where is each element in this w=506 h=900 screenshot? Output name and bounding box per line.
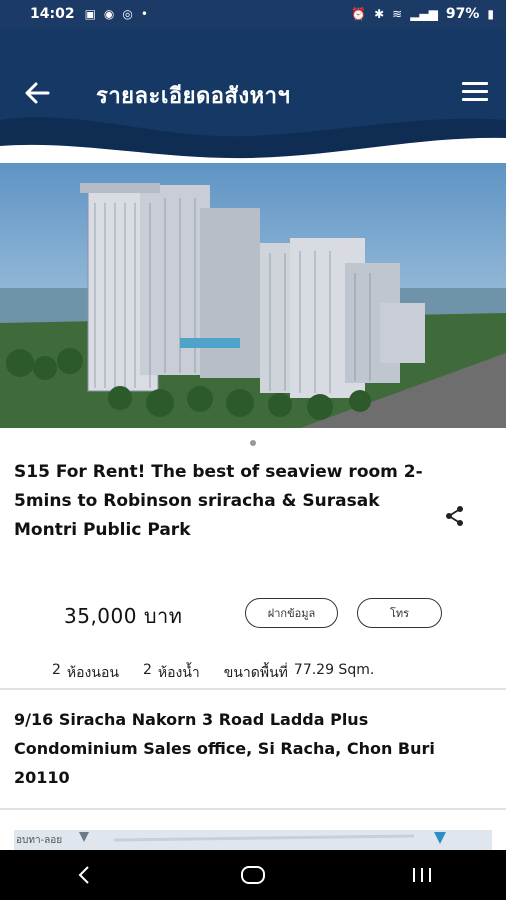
home-circle-icon — [240, 866, 265, 884]
property-specs: 2 ห้องนอน 2 ห้องน้ำ ขนาดพื้นที่ 77.29 Sq… — [52, 662, 380, 684]
property-address: 9/16 Siracha Nakorn 3 Road Ladda Plus Co… — [14, 710, 435, 787]
wifi-icon: ≋ — [392, 7, 403, 21]
area-label: ขนาดพื้นที่ — [223, 665, 288, 681]
app-header: รายละเอียดอสังหาฯ — [0, 28, 506, 163]
recents-icon — [412, 868, 431, 882]
property-photo-illustration — [0, 163, 506, 428]
bedrooms-count: 2 — [52, 662, 61, 678]
alarm-icon: ⏰ — [351, 7, 367, 21]
notification-icons: ▣ ◉ ◎ • — [85, 7, 148, 21]
location-map[interactable]: อบทา-ลอย — [14, 830, 492, 850]
bluetooth-icon: ✱ — [374, 7, 385, 21]
hamburger-menu-icon[interactable] — [462, 82, 488, 102]
back-arrow-icon[interactable] — [22, 78, 52, 108]
chevron-left-icon — [78, 866, 90, 884]
carousel-indicator[interactable] — [250, 440, 256, 446]
map-tiles — [79, 832, 446, 844]
property-photo[interactable] — [0, 163, 506, 428]
leave-info-button[interactable]: ฝากข้อมูล — [245, 598, 338, 628]
share-icon[interactable] — [444, 505, 466, 527]
signal-icon: ▂▄▆ — [410, 7, 438, 21]
nav-back-button[interactable] — [54, 860, 114, 890]
area-value: 77.29 Sqm. — [293, 662, 375, 678]
system-icons: ⏰ ✱ ≋ ▂▄▆ 97% ▮ — [351, 6, 494, 22]
bathrooms-count: 2 — [142, 662, 152, 678]
bathrooms-label: ห้องน้ำ — [157, 665, 200, 681]
section-divider — [0, 808, 506, 810]
system-navigation-bar — [0, 850, 506, 900]
nav-home-button[interactable] — [223, 860, 283, 890]
messenger-icon: ◎ — [122, 7, 133, 21]
status-time: 14:02 — [30, 6, 75, 22]
battery-icon: ▮ — [487, 7, 494, 21]
image-icon: ▣ — [84, 7, 96, 21]
status-bar: 14:02 ▣ ◉ ◎ • ⏰ ✱ ≋ ▂▄▆ 97% ▮ — [0, 0, 506, 28]
nav-recents-button[interactable] — [392, 860, 452, 890]
dot-icon: • — [140, 7, 148, 21]
battery-percent: 97% — [445, 6, 480, 22]
price: 35,000 บาท — [64, 604, 183, 628]
listing-title: S15 For Rent! The best of seaview room 2… — [14, 462, 423, 540]
section-divider — [0, 688, 506, 690]
page-title: รายละเอียดอสังหาฯ — [96, 84, 291, 109]
bedrooms-label: ห้องนอน — [66, 665, 119, 681]
chat-icon: ◉ — [103, 7, 115, 21]
call-button[interactable]: โทร — [357, 598, 442, 628]
